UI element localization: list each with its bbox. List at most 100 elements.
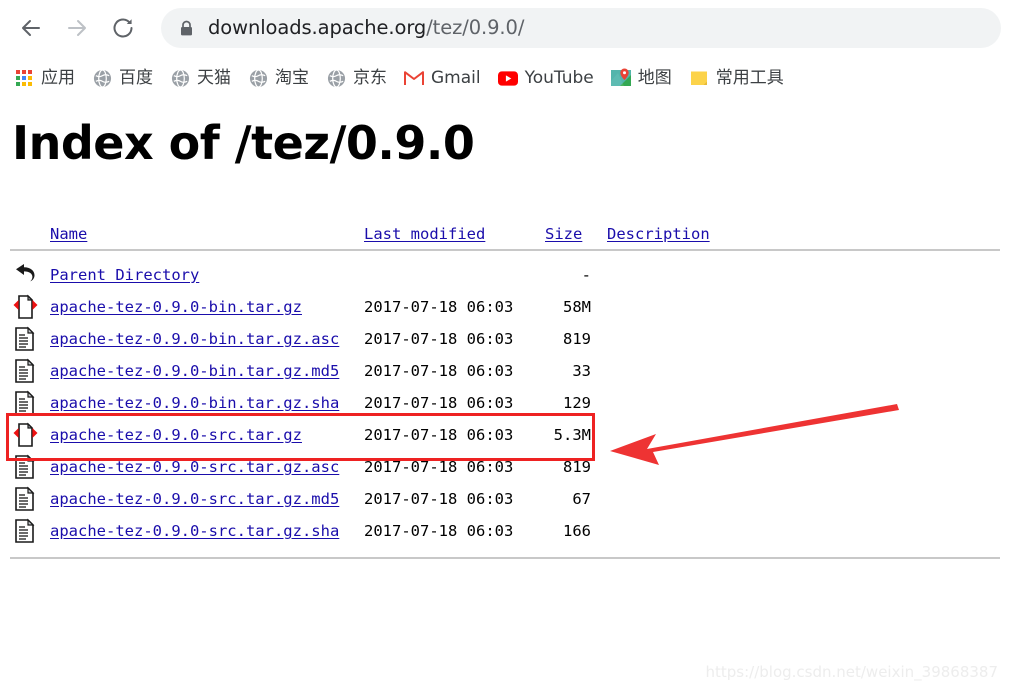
page-content: Index of /tez/0.9.0 Name Last modified S…	[0, 101, 1012, 695]
file-link-cell[interactable]: apache-tez-0.9.0-bin.tar.gz.asc	[50, 330, 339, 348]
file-size: 166	[563, 522, 591, 540]
column-header-name[interactable]: Name	[50, 225, 87, 243]
file-size: 5.3M	[553, 426, 591, 444]
file-date: 2017-07-18 06:03	[364, 330, 514, 348]
bookmarks-bar: 应用 百度 天猫 淘宝 京东 Gmail YouTube 地图 常用工具	[0, 55, 1012, 101]
file-link-cell[interactable]: apache-tez-0.9.0-bin.tar.gz.sha	[50, 394, 339, 412]
column-header-description[interactable]: Description	[607, 225, 710, 243]
address-bar[interactable]: downloads.apache.org/tez/0.9.0/	[161, 8, 1001, 48]
bookmark-maps[interactable]: 地图	[610, 63, 672, 93]
table-row[interactable]: apache-tez-0.9.0-bin.tar.gz.md5 2017-07-…	[0, 355, 1012, 387]
bookmark-gmail[interactable]: Gmail	[404, 63, 481, 93]
parent-directory-link[interactable]: Parent Directory	[50, 266, 199, 284]
table-row[interactable]: apache-tez-0.9.0-bin.tar.gz.asc 2017-07-…	[0, 323, 1012, 355]
maps-pin-icon	[610, 68, 631, 88]
bookmark-youtube[interactable]: YouTube	[497, 63, 594, 93]
file-link-cell[interactable]: apache-tez-0.9.0-bin.tar.gz.md5	[50, 362, 339, 380]
back-button[interactable]	[11, 8, 51, 48]
text-file-icon	[12, 325, 38, 353]
folder-icon	[689, 68, 709, 88]
bookmark-label: 常用工具	[715, 67, 784, 88]
file-date: 2017-07-18 06:03	[364, 522, 514, 540]
table-row[interactable]: apache-tez-0.9.0-bin.tar.gz 2017-07-18 0…	[0, 291, 1012, 323]
url-domain: downloads.apache.org	[208, 16, 427, 40]
file-size: 67	[572, 490, 591, 508]
file-name-link[interactable]: apache-tez-0.9.0-src.tar.gz	[50, 426, 302, 444]
file-link-cell[interactable]: apache-tez-0.9.0-src.tar.gz.md5	[50, 490, 339, 508]
file-date: 2017-07-18 06:03	[364, 394, 514, 412]
bookmark-label: 淘宝	[275, 67, 309, 88]
list-item-parent-directory[interactable]: Parent Directory -	[0, 259, 1012, 291]
listing-header-row: Name Last modified Size Description	[0, 219, 1012, 249]
globe-icon	[248, 68, 268, 88]
globe-icon	[326, 68, 346, 88]
table-row[interactable]: apache-tez-0.9.0-bin.tar.gz.sha 2017-07-…	[0, 387, 1012, 419]
bookmark-label: 应用	[41, 67, 75, 88]
column-header-last-modified[interactable]: Last modified	[364, 225, 485, 243]
watermark-text: https://blog.csdn.net/weixin_39868387	[705, 663, 998, 681]
file-date: 2017-07-18 06:03	[364, 362, 514, 380]
youtube-icon	[497, 68, 518, 88]
bookmark-taobao[interactable]: 淘宝	[248, 63, 309, 93]
table-row[interactable]: apache-tez-0.9.0-src.tar.gz 2017-07-18 0…	[0, 419, 1012, 451]
file-name-link[interactable]: apache-tez-0.9.0-bin.tar.gz	[50, 298, 302, 316]
bookmark-tools-folder[interactable]: 常用工具	[689, 63, 784, 93]
file-name-link[interactable]: apache-tez-0.9.0-src.tar.gz.asc	[50, 458, 339, 476]
bookmark-jd[interactable]: 京东	[326, 63, 387, 93]
file-size: 58M	[563, 298, 591, 316]
file-size: 33	[572, 362, 591, 380]
column-header-size[interactable]: Size	[545, 225, 582, 243]
lock-icon[interactable]	[178, 20, 194, 36]
file-link-cell[interactable]: apache-tez-0.9.0-src.tar.gz.sha	[50, 522, 339, 540]
text-file-icon	[12, 389, 38, 417]
compressed-file-icon	[12, 293, 38, 321]
bookmark-label: YouTube	[524, 67, 594, 88]
file-name-link[interactable]: apache-tez-0.9.0-bin.tar.gz.sha	[50, 394, 339, 412]
bookmark-label: 地图	[637, 67, 672, 88]
text-file-icon	[12, 357, 38, 385]
file-link-cell[interactable]: apache-tez-0.9.0-bin.tar.gz	[50, 298, 302, 316]
file-link-cell[interactable]: apache-tez-0.9.0-src.tar.gz.asc	[50, 458, 339, 476]
globe-icon	[92, 68, 112, 88]
gmail-icon	[404, 68, 424, 88]
reload-button[interactable]	[103, 8, 143, 48]
arrow-right-icon	[68, 19, 86, 36]
directory-listing: Name Last modified Size Description Pare…	[0, 219, 1012, 559]
file-size: 819	[563, 458, 591, 476]
file-link-cell[interactable]: apache-tez-0.9.0-src.tar.gz	[50, 426, 302, 444]
parent-directory-size: -	[581, 266, 591, 284]
reload-icon	[113, 18, 133, 37]
bookmark-label: 京东	[353, 67, 387, 88]
table-row[interactable]: apache-tez-0.9.0-src.tar.gz.sha 2017-07-…	[0, 515, 1012, 547]
bookmark-label: Gmail	[431, 67, 481, 88]
page-title: Index of /tez/0.9.0	[12, 116, 475, 170]
text-file-icon	[12, 517, 38, 545]
file-size: 129	[563, 394, 591, 412]
apps-grid-icon	[14, 68, 34, 88]
url-text: downloads.apache.org/tez/0.9.0/	[208, 18, 524, 38]
file-date: 2017-07-18 06:03	[364, 490, 514, 508]
file-name-link[interactable]: apache-tez-0.9.0-bin.tar.gz.md5	[50, 362, 339, 380]
file-date: 2017-07-18 06:03	[364, 458, 514, 476]
bookmark-apps[interactable]: 应用	[14, 63, 75, 93]
url-path: /tez/0.9.0/	[426, 16, 525, 40]
footer-divider	[10, 557, 1000, 559]
file-size: 819	[563, 330, 591, 348]
bookmark-tmall[interactable]: 天猫	[170, 63, 231, 93]
browser-toolbar: downloads.apache.org/tez/0.9.0/	[0, 0, 1012, 55]
file-date: 2017-07-18 06:03	[364, 298, 514, 316]
bookmark-baidu[interactable]: 百度	[92, 63, 153, 93]
table-row[interactable]: apache-tez-0.9.0-src.tar.gz.asc 2017-07-…	[0, 451, 1012, 483]
file-date: 2017-07-18 06:03	[364, 426, 514, 444]
file-name-link[interactable]: apache-tez-0.9.0-bin.tar.gz.asc	[50, 330, 339, 348]
browser-chrome: downloads.apache.org/tez/0.9.0/ 应用 百度 天猫…	[0, 0, 1012, 101]
file-name-link[interactable]: apache-tez-0.9.0-src.tar.gz.sha	[50, 522, 339, 540]
forward-button[interactable]	[57, 8, 97, 48]
parent-directory-label[interactable]: Parent Directory	[50, 266, 199, 284]
bookmark-label: 天猫	[197, 67, 231, 88]
file-name-link[interactable]: apache-tez-0.9.0-src.tar.gz.md5	[50, 490, 339, 508]
text-file-icon	[12, 485, 38, 513]
table-row[interactable]: apache-tez-0.9.0-src.tar.gz.md5 2017-07-…	[0, 483, 1012, 515]
back-arrow-icon	[12, 261, 38, 289]
